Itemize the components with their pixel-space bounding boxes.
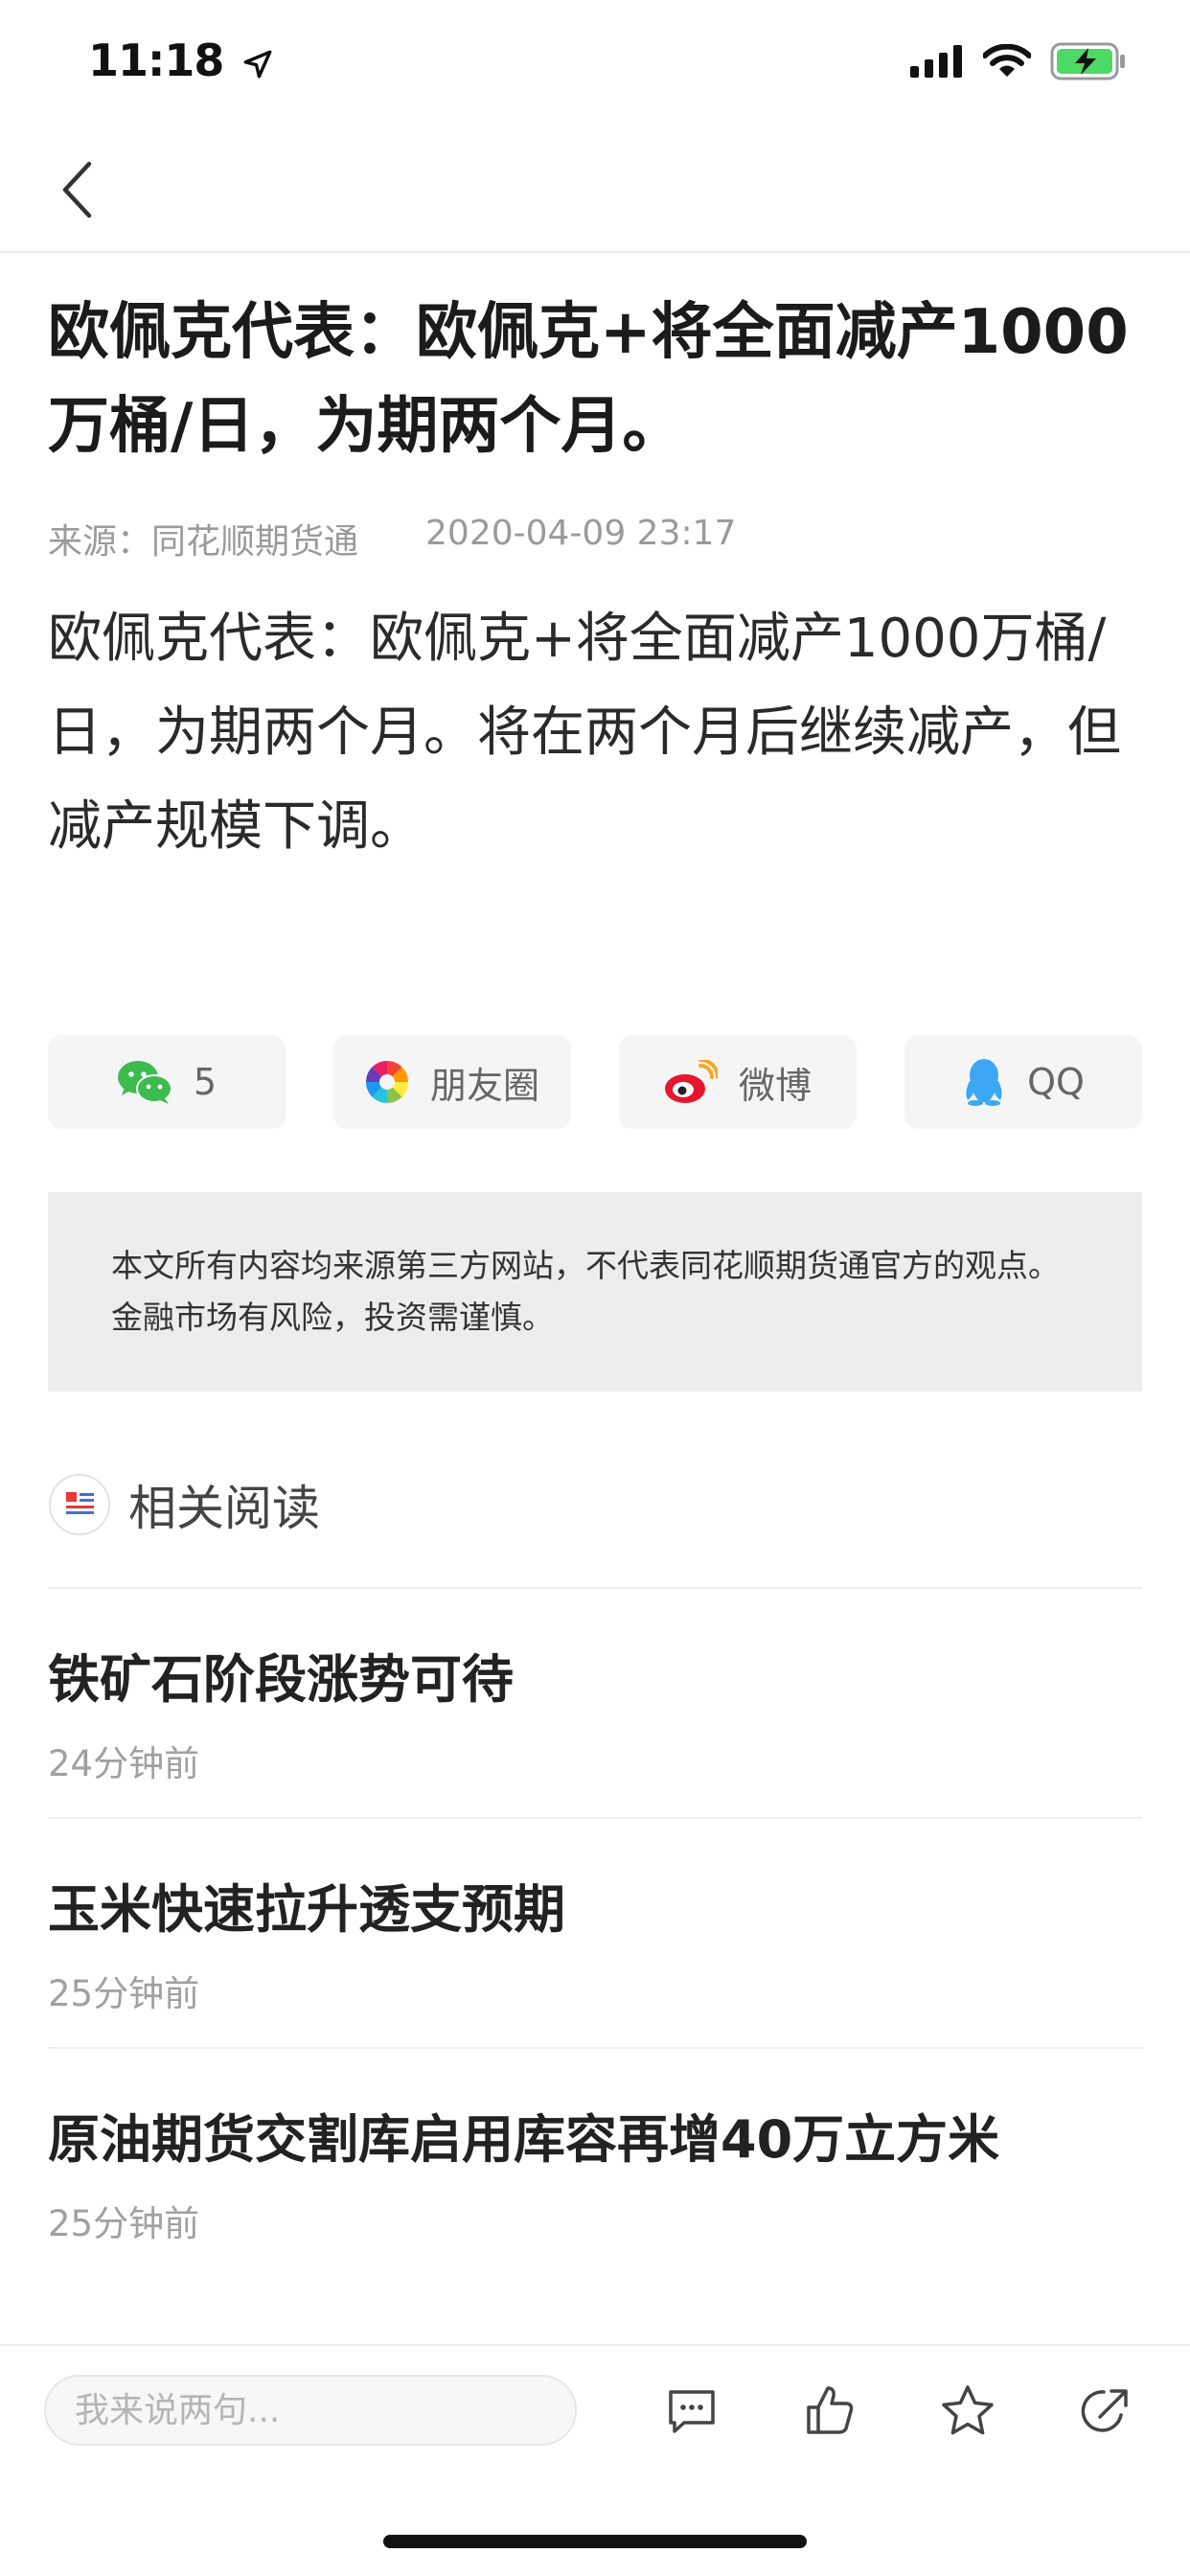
comment-icon[interactable] bbox=[663, 2382, 721, 2440]
comment-input[interactable] bbox=[44, 2375, 577, 2446]
share-wechat-count: 5 bbox=[193, 1061, 217, 1103]
back-chevron-icon bbox=[62, 161, 92, 218]
related-divider bbox=[48, 2047, 1142, 2049]
status-bar-time: 11:18 bbox=[88, 34, 274, 86]
share-moments-button[interactable]: 朋友圈 bbox=[333, 1035, 571, 1129]
related-item-3-title[interactable]: 原油期货交割库启用库容再增40万立方米 bbox=[48, 2097, 999, 2173]
article-headline: 欧佩克代表：欧佩克+将全面减产1000万桶/日，为期两个月。 bbox=[48, 297, 1129, 462]
related-title: 相关阅读 bbox=[128, 1481, 320, 1536]
related-item-2-time: 25分钟前 bbox=[48, 1973, 200, 2014]
share-icon[interactable] bbox=[1077, 2382, 1134, 2440]
related-item-2-title[interactable]: 玉米快速拉升透支预期 bbox=[48, 1867, 565, 1943]
article-datetime: 2020-04-09 23:17 bbox=[425, 514, 737, 553]
share-moments-label: 朋友圈 bbox=[429, 1064, 539, 1107]
signal-icon bbox=[910, 45, 962, 78]
news-icon bbox=[49, 1474, 110, 1535]
related-item-1-title[interactable]: 铁矿石阶段涨势可待 bbox=[48, 1637, 514, 1713]
related-divider bbox=[48, 1587, 1142, 1589]
weibo-icon bbox=[664, 1060, 718, 1103]
thumbs-up-icon[interactable] bbox=[801, 2382, 858, 2440]
article-source: 来源：同花顺期货通 bbox=[48, 522, 359, 562]
home-indicator bbox=[383, 2535, 807, 2548]
status-bar-indicators bbox=[910, 42, 1127, 80]
wifi-icon bbox=[983, 44, 1031, 77]
wechat-icon bbox=[117, 1061, 172, 1104]
article-body: 欧佩克代表：欧佩克+将全面减产1000万桶/日，为期两个月。将在两个月后继续减产… bbox=[48, 608, 1121, 858]
moments-icon bbox=[365, 1060, 408, 1104]
related-divider bbox=[48, 1817, 1142, 1819]
share-wechat-button[interactable]: 5 bbox=[48, 1035, 286, 1129]
disclaimer-text: 本文所有内容均来源第三方网站，不代表同花顺期货通官方的观点。金融市场有风险，投资… bbox=[111, 1247, 1060, 1336]
location-arrow-icon bbox=[244, 50, 272, 78]
share-qq-label: QQ bbox=[1027, 1061, 1085, 1103]
bottom-bar-divider bbox=[0, 2344, 1190, 2346]
nav-divider bbox=[0, 251, 1190, 253]
share-qq-button[interactable]: QQ bbox=[904, 1035, 1142, 1129]
related-item-3-time: 25分钟前 bbox=[48, 2203, 200, 2244]
star-icon[interactable] bbox=[939, 2382, 996, 2440]
battery-charging-icon bbox=[1050, 42, 1125, 80]
share-weibo-label: 微博 bbox=[738, 1064, 812, 1107]
qq-icon bbox=[966, 1059, 1002, 1106]
related-item-1-time: 24分钟前 bbox=[48, 1743, 200, 1784]
disclaimer-box: 本文所有内容均来源第三方网站，不代表同花顺期货通官方的观点。金融市场有风险，投资… bbox=[48, 1192, 1142, 1392]
share-weibo-button[interactable]: 微博 bbox=[619, 1035, 857, 1129]
article-meta: 来源：同花顺期货通 2020-04-09 23:17 bbox=[48, 514, 736, 564]
related-header: 相关阅读 bbox=[48, 1470, 320, 1539]
back-button[interactable] bbox=[48, 153, 105, 226]
status-time-text: 11:18 bbox=[88, 34, 224, 86]
